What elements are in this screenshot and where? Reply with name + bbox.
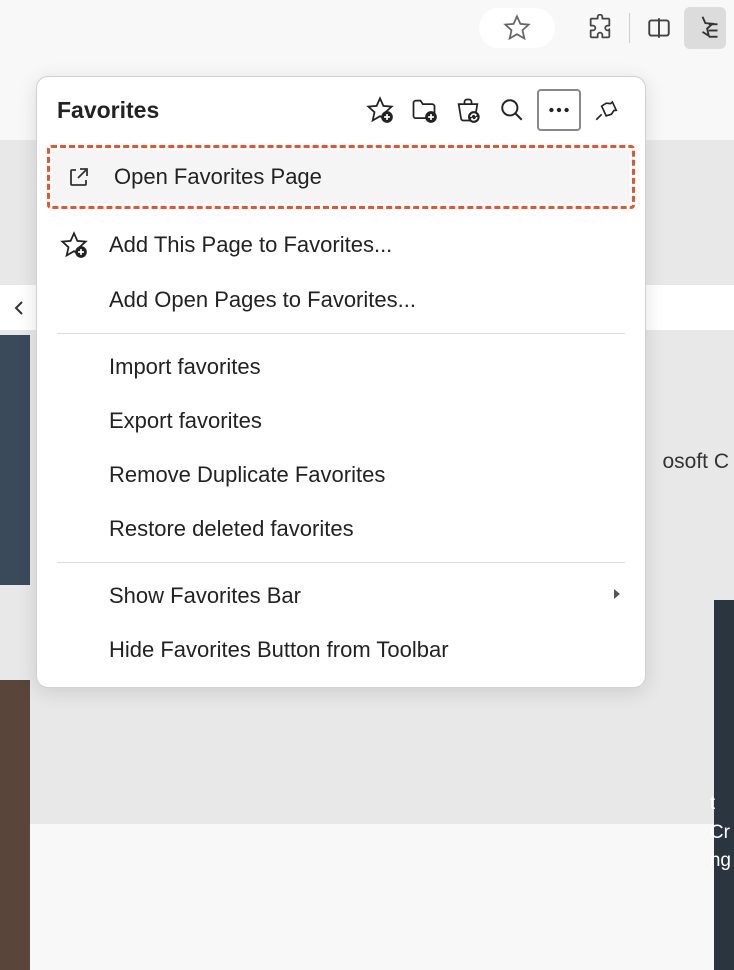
- star-add-icon: [59, 231, 89, 259]
- toolbar-divider: [629, 13, 630, 43]
- add-folder-icon[interactable]: [405, 91, 443, 129]
- bg-text: osoft C: [662, 450, 729, 474]
- menu-item-label: Import favorites: [109, 354, 629, 380]
- menu-item-label: Restore deleted favorites: [109, 516, 629, 542]
- open-favorites-page-highlight: Open Favorites Page: [47, 145, 635, 209]
- favorites-panel-header: Favorites: [37, 77, 645, 143]
- open-favorites-page-item[interactable]: Open Favorites Page: [52, 150, 630, 204]
- menu-separator: [57, 562, 625, 563]
- menu-item-label: Add This Page to Favorites...: [109, 232, 629, 258]
- menu-item-label: Remove Duplicate Favorites: [109, 462, 629, 488]
- menu-separator: [57, 333, 625, 334]
- restore-deleted-item[interactable]: Restore deleted favorites: [37, 502, 645, 556]
- favorites-panel: Favorites: [36, 76, 646, 688]
- menu-item-label: Add Open Pages to Favorites...: [109, 287, 629, 313]
- more-options-icon[interactable]: [537, 89, 581, 131]
- open-external-icon: [64, 165, 94, 189]
- submenu-arrow-icon: [611, 587, 623, 606]
- star-icon[interactable]: [496, 7, 538, 49]
- remove-duplicates-item[interactable]: Remove Duplicate Favorites: [37, 448, 645, 502]
- menu-item-label: Show Favorites Bar: [109, 583, 591, 609]
- address-bar-star-wrap: [479, 8, 555, 48]
- import-favorites-item[interactable]: Import favorites: [37, 340, 645, 394]
- bg-text: t Cr ng: [710, 790, 731, 876]
- add-this-page-item[interactable]: Add This Page to Favorites...: [37, 217, 645, 273]
- menu-item-label: Export favorites: [109, 408, 629, 434]
- bg-content-tile: [714, 600, 734, 970]
- back-chevron-icon: [12, 300, 26, 321]
- pin-panel-icon[interactable]: [587, 91, 625, 129]
- menu-item-label: Hide Favorites Button from Toolbar: [109, 637, 629, 663]
- favorites-toolbar-icon[interactable]: [684, 7, 726, 49]
- split-screen-icon[interactable]: [638, 7, 680, 49]
- sync-favorites-icon[interactable]: [449, 91, 487, 129]
- hide-favorites-button-item[interactable]: Hide Favorites Button from Toolbar: [37, 623, 645, 677]
- search-favorites-icon[interactable]: [493, 91, 531, 129]
- extensions-icon[interactable]: [579, 7, 621, 49]
- bg-content-tile: [0, 680, 30, 970]
- add-open-pages-item[interactable]: Add Open Pages to Favorites...: [37, 273, 645, 327]
- menu-item-label: Open Favorites Page: [114, 164, 614, 190]
- favorites-panel-title: Favorites: [57, 97, 355, 124]
- show-favorites-bar-item[interactable]: Show Favorites Bar: [37, 569, 645, 623]
- bg-content-tile: [0, 335, 30, 585]
- browser-toolbar: [0, 0, 734, 55]
- add-favorite-icon[interactable]: [361, 91, 399, 129]
- export-favorites-item[interactable]: Export favorites: [37, 394, 645, 448]
